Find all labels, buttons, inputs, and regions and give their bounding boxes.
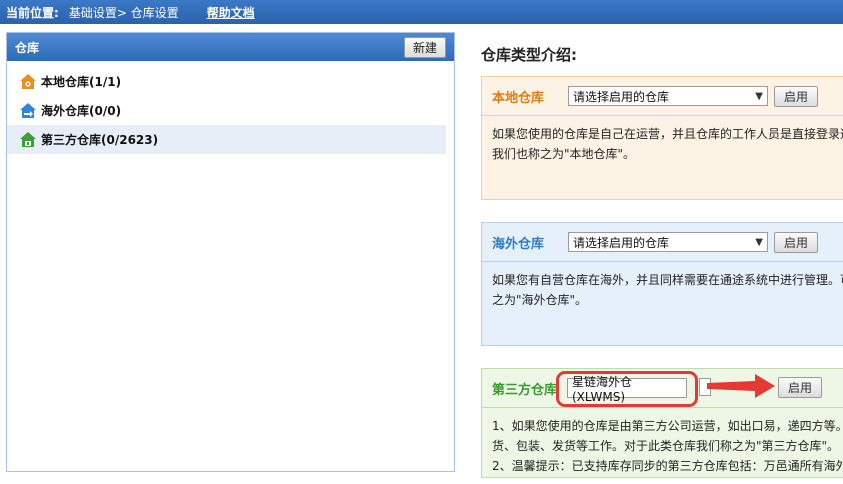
overseas-warehouse-icon bbox=[20, 102, 36, 118]
warehouse-types-title: 仓库类型介绍: bbox=[481, 46, 577, 64]
help-docs-link[interactable]: 帮助文档 bbox=[207, 4, 255, 21]
new-warehouse-button[interactable]: 新建 bbox=[403, 36, 446, 58]
chevron-down-icon: ▼ bbox=[755, 236, 763, 248]
warehouse-panel-title: 仓库 bbox=[15, 40, 40, 55]
chevron-down-icon: ▼ bbox=[755, 90, 763, 102]
tree-item-overseas-warehouse[interactable]: 海外仓库(0/0) bbox=[7, 96, 454, 125]
breadcrumb-path: 基础设置> 仓库设置 bbox=[68, 5, 179, 20]
overseas-warehouse-card: 海外仓库 请选择启用的仓库 ▼ 启用 如果您有自营仓库在海外，并且同样需要在通途… bbox=[481, 222, 843, 346]
third-party-enable-button[interactable]: 启用 bbox=[778, 377, 823, 398]
tree-item-label: 海外仓库(0/0) bbox=[41, 104, 122, 118]
local-warehouse-description: 如果您使用的仓库是自己在运营，并且仓库的工作人员是直接登录通 我们也称之为"本地… bbox=[482, 115, 843, 172]
warehouse-tree: 本地仓库(1/1) 海外仓库(0/0) 第三方仓库(0/2623) bbox=[7, 61, 454, 154]
warehouse-panel: 仓库 新建 本地仓库(1/1) 海外仓库(0/0) 第三方仓库(0/2623) bbox=[6, 32, 455, 472]
warehouse-panel-header: 仓库 新建 bbox=[7, 33, 454, 61]
tree-item-label: 第三方仓库(0/2623) bbox=[41, 133, 159, 147]
tree-item-label: 本地仓库(1/1) bbox=[41, 75, 122, 89]
overseas-warehouse-select[interactable]: 请选择启用的仓库 ▼ bbox=[568, 232, 768, 252]
breadcrumb-bar: 当前位置: 基础设置> 仓库设置 帮助文档 bbox=[0, 0, 843, 24]
third-party-warehouse-description: 1、如果您使用的仓库是由第三方公司运营，如出口易，递四方等。 货、包装、发货等工… bbox=[482, 407, 843, 484]
local-enable-button[interactable]: 启用 bbox=[774, 85, 819, 107]
third-party-warehouse-icon bbox=[20, 131, 36, 147]
arrow-annotation-icon bbox=[707, 374, 775, 398]
overseas-warehouse-description: 如果您有自营仓库在海外，并且同样需要在通途系统中进行管理。可 之为"海外仓库"。 bbox=[482, 261, 843, 318]
local-warehouse-select[interactable]: 请选择启用的仓库 ▼ bbox=[568, 86, 768, 106]
local-warehouse-icon bbox=[20, 73, 36, 89]
highlight-annotation bbox=[556, 371, 698, 407]
overseas-enable-button[interactable]: 启用 bbox=[774, 231, 819, 253]
tree-item-local-warehouse[interactable]: 本地仓库(1/1) bbox=[7, 67, 454, 96]
overseas-warehouse-title: 海外仓库 bbox=[492, 236, 545, 252]
tree-item-third-party-warehouse[interactable]: 第三方仓库(0/2623) bbox=[7, 125, 446, 154]
local-warehouse-title: 本地仓库 bbox=[492, 90, 545, 106]
local-warehouse-card: 本地仓库 请选择启用的仓库 ▼ 启用 如果您使用的仓库是自己在运营，并且仓库的工… bbox=[481, 76, 843, 200]
breadcrumb-label: 当前位置: bbox=[6, 5, 59, 20]
